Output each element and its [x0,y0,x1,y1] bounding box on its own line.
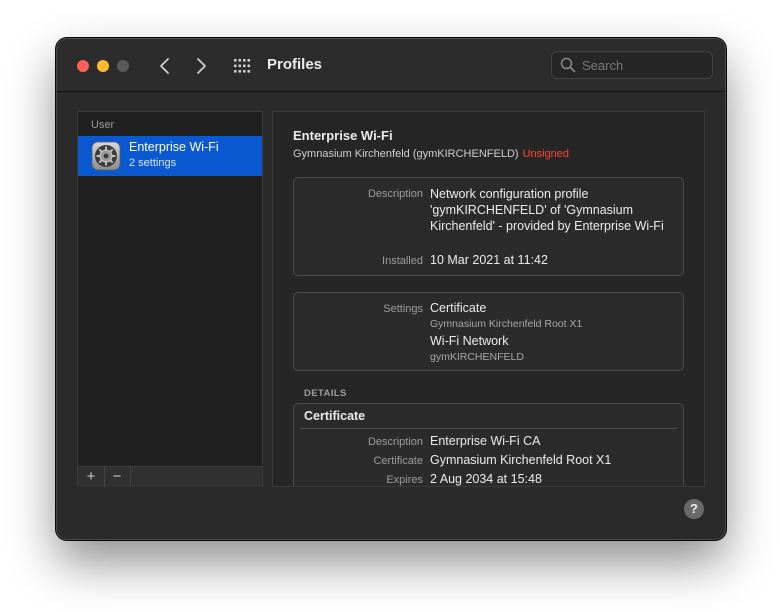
details-section-header: DETAILS [304,388,347,399]
settings-label: Settings [383,303,423,315]
titlebar: Profiles [57,39,725,92]
search-field[interactable] [551,51,713,79]
cert-certificate-value: Gymnasium Kirchenfeld Root X1 [430,453,612,467]
cert-certificate-label: Certificate [373,455,423,467]
setting-name: Wi-Fi Network [430,334,509,348]
description-label: Description [367,188,423,200]
profiles-window: Profiles User [56,38,726,540]
divider [300,428,677,429]
profile-title: Enterprise Wi-Fi [293,128,393,143]
setting-name: Certificate [430,301,487,315]
search-input[interactable] [582,56,702,74]
setting-detail: Gymnasium Kirchenfeld Root X1 [430,318,583,330]
installed-label: Installed [382,255,423,267]
organization-text: Gymnasium Kirchenfeld (gymKIRCHENFELD) [293,148,519,160]
forward-icon[interactable] [191,55,211,77]
minimize-button[interactable] [97,60,109,72]
cert-description-value: Enterprise Wi-Fi CA [430,434,541,448]
profiles-sidebar: User Enterprise Wi-Fi 2 settings + − [77,111,263,487]
cert-description-label: Description [367,436,423,448]
settings-box: Settings Certificate Gymnasium Kirchenfe… [293,292,684,371]
certificate-box: Certificate Description Enterprise Wi-Fi… [293,403,684,486]
help-button[interactable]: ? [684,499,704,519]
close-button[interactable] [77,60,89,72]
window-title: Profiles [267,56,323,73]
back-icon[interactable] [155,55,175,77]
sidebar-item-title: Enterprise Wi-Fi [129,140,219,154]
cert-expires-label: Expires [386,474,423,486]
setting-detail: gymKIRCHENFELD [430,351,524,363]
search-icon [560,57,576,73]
profile-organization: Gymnasium Kirchenfeld (gymKIRCHENFELD) Un… [293,148,569,160]
grid-icon[interactable] [233,57,251,75]
certificate-header: Certificate [304,409,366,423]
unsigned-badge: Unsigned [522,148,570,160]
add-profile-button[interactable]: + [78,467,105,487]
sidebar-item-enterprise-wifi[interactable]: Enterprise Wi-Fi 2 settings [78,136,262,176]
cert-expires-value: 2 Aug 2034 at 15:48 [430,472,542,486]
sidebar-item-subtitle: 2 settings [129,157,177,169]
description-value: Network configuration profile 'gymKIRCHE… [430,187,664,233]
sidebar-toolbar: + − [78,466,262,487]
profile-gear-icon [91,141,121,171]
zoom-button[interactable] [117,60,129,72]
sidebar-section-user: User [91,119,115,131]
remove-profile-button[interactable]: − [104,467,131,487]
installed-value: 10 Mar 2021 at 11:42 [430,253,548,267]
profile-info-box: Description Network configuration profil… [293,177,684,276]
profile-detail-pane[interactable]: Enterprise Wi-Fi Gymnasium Kirchenfeld (… [272,111,705,487]
